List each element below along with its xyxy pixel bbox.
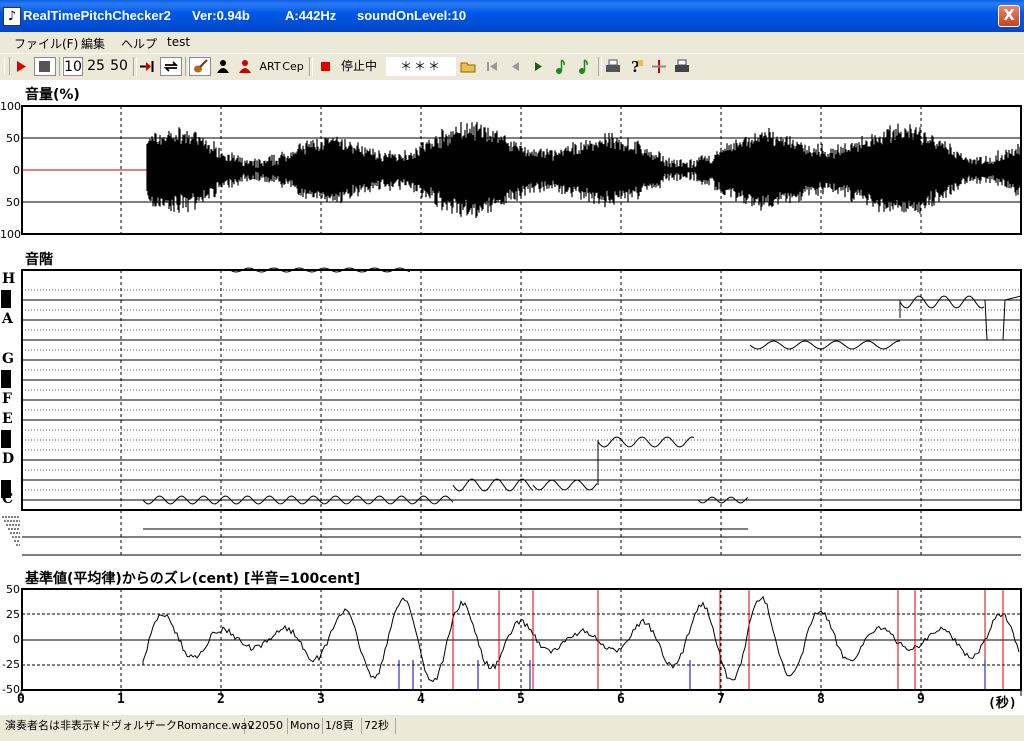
black-key xyxy=(1,370,11,388)
black-key xyxy=(1,480,11,498)
status-duration: 72秒 xyxy=(361,718,396,734)
status-bar: 演奏者名は非表示¥ドヴォルザークRomance.wav 22050 Mono 1… xyxy=(0,714,1024,741)
status-file: 演奏者名は非表示¥ドヴォルザークRomance.wav xyxy=(2,718,254,734)
app-window: ♪ RealTimePitchChecker2 Ver:0.94b A:442H… xyxy=(0,0,1024,741)
status-channel: Mono xyxy=(287,718,323,734)
status-page: 1/8頁 xyxy=(322,718,362,734)
black-key xyxy=(1,430,11,448)
scale-legend-pattern xyxy=(2,516,20,546)
pitch-analysis-graph[interactable] xyxy=(0,0,1024,714)
status-sample-rate: 22050 xyxy=(245,718,288,734)
black-key xyxy=(1,290,11,308)
